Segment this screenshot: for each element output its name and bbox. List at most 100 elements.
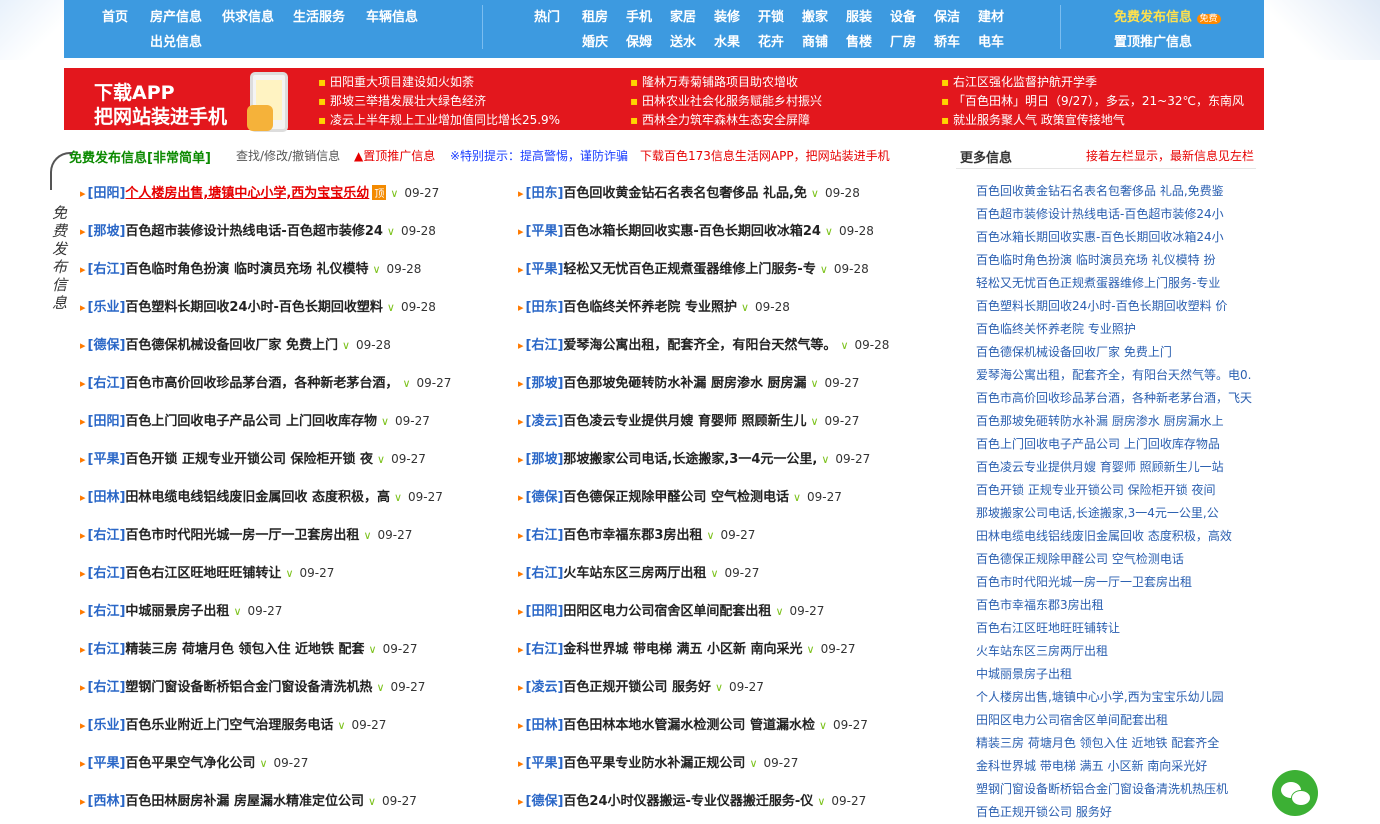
list-item[interactable]: ▸ [凌云]百色正规开锁公司 服务好 ∨ 09-27 <box>518 676 764 696</box>
nav-hot-cleaning[interactable]: 保洁 <box>934 6 960 25</box>
region-tag[interactable]: [平果] <box>526 262 564 277</box>
news-link[interactable]: 田阳重大项目建设如火如荼 <box>318 73 474 90</box>
more-info-item[interactable]: 田林电缆电线铝线废旧金属回收 态度积极，高效 <box>976 527 1256 544</box>
region-tag[interactable]: [右江] <box>526 642 564 657</box>
listing-title[interactable]: 百色开锁 正规专业开锁公司 保险柜开锁 夜 <box>125 452 373 467</box>
nav-hot-home[interactable]: 家居 <box>670 6 696 25</box>
nav-hot-fruit[interactable]: 水果 <box>714 31 740 50</box>
listing-title[interactable]: 那坡搬家公司电话,长途搬家,3一4元一公里, <box>563 452 817 467</box>
listing-title[interactable]: 个人楼房出售,塘镇中心小学,西为宝宝乐幼 <box>125 186 369 201</box>
more-info-item[interactable]: 中城丽景房子出租 <box>976 665 1256 682</box>
wechat-icon[interactable] <box>1272 770 1318 816</box>
more-info-item[interactable]: 百色市时代阳光城一房一厅一卫套房出租 <box>976 573 1256 590</box>
listing-title[interactable]: 百色那坡免砸转防水补漏 厨房渗水 厨房漏 <box>563 376 806 391</box>
listing-title[interactable]: 百色超市装修设计热线电话-百色超市装修24 <box>125 224 383 239</box>
listing-title[interactable]: 轻松又无忧百色正规煮蛋器维修上门服务-专 <box>563 262 815 277</box>
more-info-item[interactable]: 百色冰箱长期回收实惠-百色长期回收冰箱24小 <box>976 228 1256 245</box>
manage-info-link[interactable]: 查找/修改/撤销信息 <box>236 147 340 167</box>
more-info-item[interactable]: 爱琴海公寓出租，配套齐全，有阳台天然气等。电0. <box>976 366 1256 383</box>
free-post-link[interactable]: 免费发布信息[非常简单] <box>69 147 211 167</box>
listing-title[interactable]: 爱琴海公寓出租，配套齐全，有阳台天然气等。 <box>563 338 836 353</box>
region-tag[interactable]: [田阳] <box>88 414 126 429</box>
more-info-item[interactable]: 百色右江区旺地旺旺铺转让 <box>976 619 1256 636</box>
region-tag[interactable]: [西林] <box>88 794 126 809</box>
nav-life-service[interactable]: 生活服务 <box>293 6 345 25</box>
region-tag[interactable]: [乐业] <box>88 718 126 733</box>
list-item[interactable]: ▸ [右江]百色临时角色扮演 临时演员充场 礼仪模特 ∨ 09-28 <box>80 258 421 278</box>
more-info-item[interactable]: 百色临终关怀养老院 专业照护 <box>976 320 1256 337</box>
more-info-item[interactable]: 百色超市装修设计热线电话-百色超市装修24小 <box>976 205 1256 222</box>
list-item[interactable]: ▸ [右江]百色市高价回收珍品茅台酒，各种新老茅台酒， ∨ 09-27 <box>80 372 451 392</box>
more-info-item[interactable]: 那坡搬家公司电话,长途搬家,3一4元一公里,公 <box>976 504 1256 521</box>
news-link[interactable]: 就业服务聚人气 政策宣传接地气 <box>941 111 1125 128</box>
list-item[interactable]: ▸ [平果]百色平果专业防水补漏正规公司 ∨ 09-27 <box>518 752 798 772</box>
more-info-item[interactable]: 百色德保正规除甲醛公司 空气检测电话 <box>976 550 1256 567</box>
nav-hot-flowers[interactable]: 花卉 <box>758 31 784 50</box>
list-item[interactable]: ▸ [田东]百色临终关怀养老院 专业照护 ∨ 09-28 <box>518 296 790 316</box>
region-tag[interactable]: [田东] <box>526 186 564 201</box>
top-promo-link[interactable]: ▲置顶推广信息 <box>354 147 435 167</box>
nav-hot-ebikes[interactable]: 电车 <box>978 31 1004 50</box>
more-info-item[interactable]: 金科世界城 带电梯 满五 小区新 南向采光好 <box>976 757 1256 774</box>
listing-title[interactable]: 百色上门回收电子产品公司 上门回收库存物 <box>125 414 377 429</box>
news-link[interactable]: 「百色田林」明日（9/27），多云，21~32℃，东南风 <box>941 92 1244 109</box>
listing-title[interactable]: 百色塑料长期回收24小时-百色长期回收塑料 <box>125 300 383 315</box>
more-info-item[interactable]: 精装三房 荷塘月色 领包入住 近地铁 配套齐全 <box>976 734 1256 751</box>
list-item[interactable]: ▸ [乐业]百色乐业附近上门空气治理服务电话 ∨ 09-27 <box>80 714 386 734</box>
list-item[interactable]: ▸ [平果]百色平果空气净化公司 ∨ 09-27 <box>80 752 308 772</box>
region-tag[interactable]: [右江] <box>88 262 126 277</box>
list-item[interactable]: ▸ [右江]火车站东区三房两厅出租 ∨ 09-27 <box>518 562 759 582</box>
more-info-item[interactable]: 塑钢门窗设备断桥铝合金门窗设备清洗机热压机 <box>976 780 1256 797</box>
listing-title[interactable]: 田林电缆电线铝线废旧金属回收 态度积极，高 <box>125 490 390 505</box>
nav-top-promo[interactable]: 置顶推广信息 <box>1114 31 1192 50</box>
more-info-item[interactable]: 百色那坡免砸转防水补漏 厨房渗水 厨房漏水上 <box>976 412 1256 429</box>
listing-title[interactable]: 百色乐业附近上门空气治理服务电话 <box>125 718 333 733</box>
nav-hot-rent[interactable]: 租房 <box>582 6 608 25</box>
region-tag[interactable]: [田林] <box>88 490 126 505</box>
listing-title[interactable]: 百色德保机械设备回收厂家 免费上门 <box>125 338 338 353</box>
more-info-item[interactable]: 百色临时角色扮演 临时演员充场 礼仪模特 扮 <box>976 251 1256 268</box>
listing-title[interactable]: 百色临终关怀养老院 专业照护 <box>563 300 737 315</box>
news-link[interactable]: 那坡三举措发展壮大绿色经济 <box>318 92 486 109</box>
app-download-subtitle[interactable]: 把网站装进手机 <box>94 102 227 129</box>
listing-title[interactable]: 百色右江区旺地旺旺铺转让 <box>125 566 281 581</box>
region-tag[interactable]: [右江] <box>526 528 564 543</box>
listing-title[interactable]: 百色市高价回收珍品茅台酒，各种新老茅台酒， <box>125 376 398 391</box>
listing-title[interactable]: 田阳区电力公司宿舍区单间配套出租 <box>563 604 771 619</box>
nav-hot-phone[interactable]: 手机 <box>626 6 652 25</box>
nav-home[interactable]: 首页 <box>102 6 128 25</box>
nav-hot-materials[interactable]: 建材 <box>978 6 1004 25</box>
listing-title[interactable]: 百色临时角色扮演 临时演员充场 礼仪模特 <box>125 262 368 277</box>
list-item[interactable]: ▸ [右江]爱琴海公寓出租，配套齐全，有阳台天然气等。 ∨ 09-28 <box>518 334 889 354</box>
region-tag[interactable]: [右江] <box>88 642 126 657</box>
app-download-title[interactable]: 下载APP <box>94 78 175 105</box>
download-app-link[interactable]: 下载百色173信息生活网APP，把网站装进手机 <box>640 147 890 167</box>
nav-hot-cars[interactable]: 轿车 <box>934 31 960 50</box>
list-item[interactable]: ▸ [那坡]那坡搬家公司电话,长途搬家,3一4元一公里, ∨ 09-27 <box>518 448 870 468</box>
list-item[interactable]: ▸ [右江]百色右江区旺地旺旺铺转让 ∨ 09-27 <box>80 562 334 582</box>
region-tag[interactable]: [田东] <box>526 300 564 315</box>
region-tag[interactable]: [右江] <box>88 566 126 581</box>
region-tag[interactable]: [德保] <box>526 490 564 505</box>
more-info-item[interactable]: 百色回收黄金钻石名表名包奢侈品 礼品,免费鉴 <box>976 182 1256 199</box>
more-info-item[interactable]: 火车站东区三房两厅出租 <box>976 642 1256 659</box>
more-info-item[interactable]: 轻松又无忧百色正规煮蛋器维修上门服务-专业 <box>976 274 1256 291</box>
listing-title[interactable]: 百色平果空气净化公司 <box>125 756 255 771</box>
listing-title[interactable]: 百色凌云专业提供月嫂 育婴师 照顾新生儿 <box>563 414 806 429</box>
nav-hot-nanny[interactable]: 保姆 <box>626 31 652 50</box>
region-tag[interactable]: [平果] <box>88 756 126 771</box>
listing-title[interactable]: 百色正规开锁公司 服务好 <box>563 680 711 695</box>
nav-real-estate[interactable]: 房产信息 <box>150 6 202 25</box>
more-info-item[interactable]: 百色上门回收电子产品公司 上门回收库存物品 <box>976 435 1256 452</box>
nav-hot-sales[interactable]: 售楼 <box>846 31 872 50</box>
nav-hot-wedding[interactable]: 婚庆 <box>582 31 608 50</box>
region-tag[interactable]: [凌云] <box>526 680 564 695</box>
listing-title[interactable]: 百色24小时仪器搬运-专业仪器搬迁服务-仪 <box>563 794 813 809</box>
listing-title[interactable]: 百色田林厨房补漏 房屋漏水精准定位公司 <box>125 794 364 809</box>
news-link[interactable]: 右江区强化监督护航开学季 <box>941 73 1097 90</box>
region-tag[interactable]: [德保] <box>526 794 564 809</box>
nav-hot-locksmith[interactable]: 开锁 <box>758 6 784 25</box>
region-tag[interactable]: [右江] <box>88 604 126 619</box>
list-item[interactable]: ▸ [德保]百色德保正规除甲醛公司 空气检测电话 ∨ 09-27 <box>518 486 842 506</box>
region-tag[interactable]: [右江] <box>88 680 126 695</box>
